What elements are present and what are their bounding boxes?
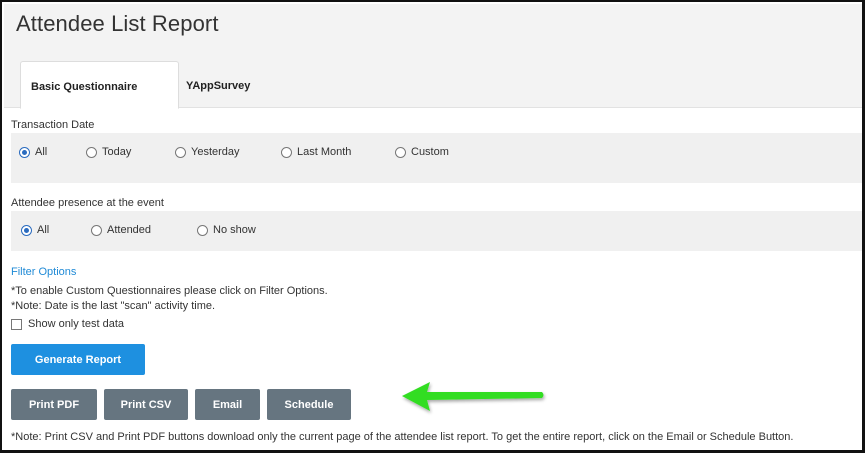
radio-label: Today: [102, 146, 132, 158]
radio-unselected-icon: [197, 224, 208, 236]
radio-transaction-custom[interactable]: Custom: [395, 146, 449, 158]
radio-presence-attended[interactable]: Attended: [91, 224, 151, 236]
report-panel: Attendee List Report Basic Questionnaire…: [0, 0, 865, 453]
schedule-button[interactable]: Schedule: [267, 389, 351, 420]
radio-unselected-icon: [86, 146, 97, 158]
tab-basic-questionnaire[interactable]: Basic Questionnaire: [20, 61, 179, 109]
radio-label: Yesterday: [191, 146, 240, 158]
radio-label: Custom: [411, 146, 449, 158]
radio-transaction-today[interactable]: Today: [86, 146, 131, 158]
email-button[interactable]: Email: [195, 389, 260, 420]
generate-report-button[interactable]: Generate Report: [11, 344, 145, 375]
radio-selected-icon: [21, 224, 32, 236]
tab-yappsurvey[interactable]: YAppSurvey: [186, 61, 276, 109]
green-arrow-icon: [402, 382, 544, 411]
radio-transaction-all[interactable]: All: [19, 146, 47, 158]
radio-label: All: [37, 224, 50, 236]
attendee-presence-label: Attendee presence at the event: [11, 197, 164, 209]
filter-options-link[interactable]: Filter Options: [11, 266, 76, 278]
radio-presence-all[interactable]: All: [21, 224, 49, 236]
page-header: Attendee List Report: [4, 4, 862, 50]
page-title: Attendee List Report: [16, 11, 219, 36]
radio-label: Attended: [107, 224, 152, 236]
tab-bar: Basic Questionnaire YAppSurvey: [4, 50, 862, 109]
checkbox-icon: [11, 318, 22, 330]
checkbox-label: Show only test data: [28, 318, 125, 330]
radio-unselected-icon: [91, 224, 102, 236]
radio-transaction-yesterday[interactable]: Yesterday: [175, 146, 240, 158]
radio-selected-icon: [19, 146, 30, 158]
radio-unselected-icon: [395, 146, 406, 158]
custom-questionnaire-note: *To enable Custom Questionnaires please …: [11, 285, 328, 297]
radio-label: All: [35, 146, 48, 158]
transaction-date-label: Transaction Date: [11, 119, 95, 131]
radio-label: No show: [213, 224, 256, 236]
radio-unselected-icon: [281, 146, 292, 158]
radio-unselected-icon: [175, 146, 186, 158]
transaction-date-options: All Today Yesterday Last Month Custom: [11, 133, 862, 183]
download-footnote: *Note: Print CSV and Print PDF buttons d…: [11, 431, 794, 443]
print-csv-button[interactable]: Print CSV: [104, 389, 188, 420]
radio-presence-no-show[interactable]: No show: [197, 224, 256, 236]
show-test-data-checkbox[interactable]: Show only test data: [11, 318, 124, 330]
print-pdf-button[interactable]: Print PDF: [11, 389, 97, 420]
radio-label: Last Month: [297, 146, 352, 158]
radio-transaction-last-month[interactable]: Last Month: [281, 146, 351, 158]
attendee-presence-options: All Attended No show: [11, 211, 862, 251]
date-note: *Note: Date is the last "scan" activity …: [11, 300, 216, 312]
